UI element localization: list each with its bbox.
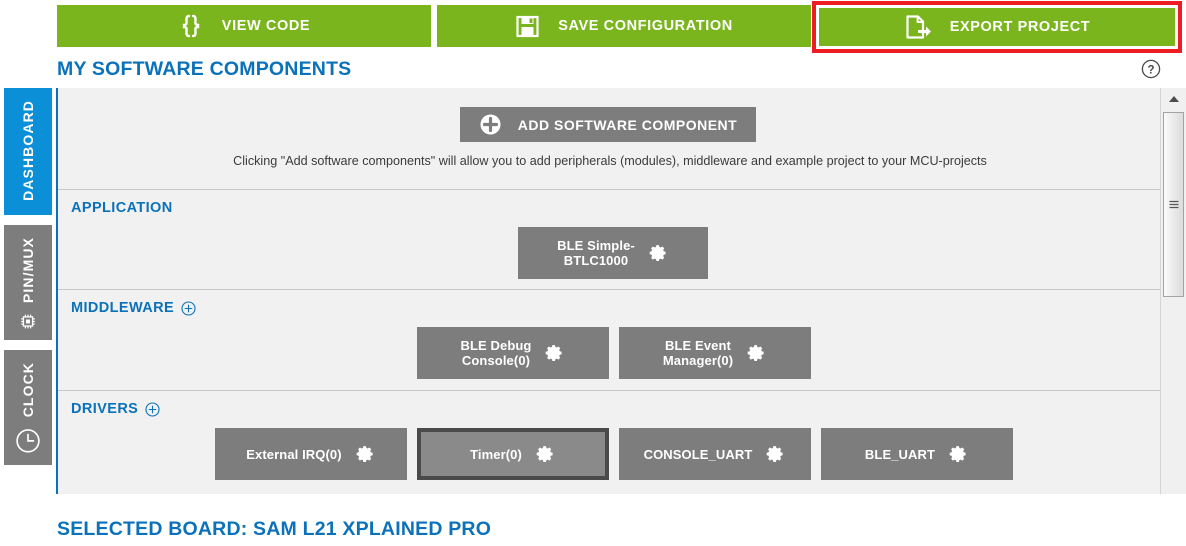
- sidebar-item-dashboard[interactable]: DASHBOARD: [4, 88, 52, 215]
- grip-lines-icon: [1169, 200, 1178, 208]
- question-mark-circle-icon[interactable]: ?: [1141, 59, 1161, 79]
- component-tile-console-uart[interactable]: CONSOLE_UART: [619, 428, 811, 480]
- plus-circle-icon: [480, 114, 501, 135]
- sidebar-item-clock-label: CLOCK: [20, 362, 36, 418]
- panel-scrollbar[interactable]: [1160, 88, 1186, 494]
- add-software-component-label: ADD SOFTWARE COMPONENT: [517, 116, 738, 133]
- section-drivers-tiles: External IRQ(0) Timer(0) CONSOLE_UART BL…: [58, 428, 1162, 483]
- floppy-disk-icon: [516, 15, 539, 37]
- section-drivers-header: DRIVERS: [71, 401, 160, 417]
- component-tile-label: BLE Simple- BTLC1000: [557, 238, 635, 268]
- gear-icon[interactable]: [645, 241, 669, 265]
- save-configuration-label: SAVE CONFIGURATION: [558, 18, 733, 34]
- component-tile-ble-event-manager[interactable]: BLE Event Manager(0): [619, 327, 811, 379]
- microchip-icon: [21, 314, 35, 329]
- component-tile-label: BLE Debug Console(0): [460, 338, 532, 368]
- component-tile-label: BLE_UART: [864, 446, 936, 462]
- sidebar-item-clock[interactable]: CLOCK: [4, 350, 52, 465]
- add-software-component-button[interactable]: ADD SOFTWARE COMPONENT: [460, 107, 756, 142]
- section-middleware-tiles: BLE Debug Console(0) BLE Event Manager(0): [58, 327, 1162, 382]
- save-configuration-button[interactable]: SAVE CONFIGURATION: [437, 5, 811, 47]
- section-application-label: APPLICATION: [71, 200, 173, 216]
- plus-circle-outline-icon[interactable]: [145, 401, 160, 417]
- caret-up-icon: [1169, 96, 1179, 102]
- left-tab-rail: DASHBOARD PIN/MUX CLOCK: [0, 88, 52, 546]
- section-middleware-header: MIDDLEWARE: [71, 300, 196, 316]
- section-application-header: APPLICATION: [71, 200, 173, 216]
- clock-icon: [16, 429, 40, 453]
- section-middleware: MIDDLEWARE BLE Debug Console(0) BLE Even…: [58, 289, 1162, 390]
- export-project-label: EXPORT PROJECT: [949, 19, 1091, 35]
- gear-icon[interactable]: [762, 442, 786, 466]
- document-export-icon: [906, 15, 931, 39]
- section-middleware-label: MIDDLEWARE: [71, 300, 175, 316]
- component-tile-inner: Timer(0): [421, 432, 605, 476]
- view-code-button[interactable]: VIEW CODE: [57, 5, 431, 47]
- add-component-hint: Clicking "Add software components" will …: [233, 154, 987, 168]
- component-tile-label: Timer(0): [470, 446, 522, 462]
- selected-board-title: SELECTED BOARD: SAM L21 XPLAINED PRO: [57, 518, 492, 540]
- scrollbar-up-button[interactable]: [1161, 88, 1186, 110]
- scrollbar-thumb[interactable]: [1163, 112, 1184, 297]
- app-root: VIEW CODE SAVE CONFIGURATION EXPORT PROJ…: [0, 0, 1186, 546]
- gear-icon[interactable]: [541, 341, 565, 365]
- component-tile-timer[interactable]: Timer(0): [417, 428, 609, 480]
- export-project-button[interactable]: EXPORT PROJECT: [819, 8, 1175, 46]
- gear-icon[interactable]: [945, 442, 969, 466]
- plus-circle-outline-icon[interactable]: [181, 300, 196, 316]
- component-tile-ble-debug-console[interactable]: BLE Debug Console(0): [417, 327, 609, 379]
- svg-text:?: ?: [1147, 64, 1154, 76]
- component-tile-external-irq[interactable]: External IRQ(0): [215, 428, 407, 480]
- component-tile-label: External IRQ(0): [246, 446, 342, 462]
- page-title: MY SOFTWARE COMPONENTS: [57, 58, 352, 80]
- component-tile-label: CONSOLE_UART: [643, 446, 753, 462]
- section-application: APPLICATION BLE Simple- BTLC1000: [58, 189, 1162, 289]
- sidebar-item-pinmux[interactable]: PIN/MUX: [4, 225, 52, 340]
- sidebar-item-pinmux-label: PIN/MUX: [20, 237, 36, 304]
- sidebar-item-dashboard-label: DASHBOARD: [20, 100, 36, 201]
- add-component-zone: ADD SOFTWARE COMPONENT Clicking "Add sof…: [58, 94, 1162, 189]
- software-components-panel: ADD SOFTWARE COMPONENT Clicking "Add sof…: [56, 88, 1162, 494]
- component-tile-ble-simple-btlc1000[interactable]: BLE Simple- BTLC1000: [518, 227, 708, 279]
- braces-icon: [182, 14, 199, 38]
- top-action-bar: VIEW CODE SAVE CONFIGURATION EXPORT PROJ…: [0, 0, 1186, 53]
- gear-icon[interactable]: [352, 442, 376, 466]
- view-code-label: VIEW CODE: [221, 18, 311, 34]
- component-tile-ble-uart[interactable]: BLE_UART: [821, 428, 1013, 480]
- gear-icon[interactable]: [743, 341, 767, 365]
- gear-icon[interactable]: [532, 442, 556, 466]
- section-drivers-label: DRIVERS: [71, 401, 139, 417]
- component-tile-label: BLE Event Manager(0): [662, 338, 734, 368]
- section-drivers: DRIVERS External IRQ(0) Timer(0) CONSOLE…: [58, 390, 1162, 490]
- section-application-tiles: BLE Simple- BTLC1000: [58, 227, 1162, 282]
